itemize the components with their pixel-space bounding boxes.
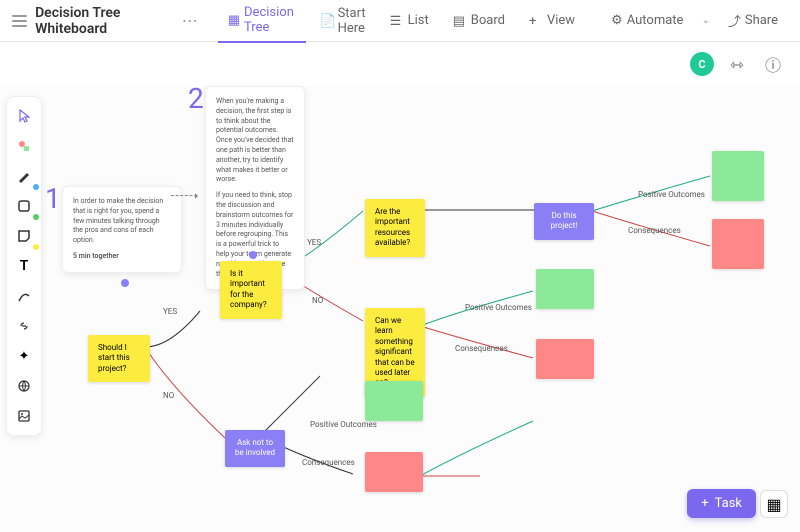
arrow-icon [171,195,197,196]
tab-board[interactable]: ▤Board [443,0,515,43]
edge-label-consequences: Consequences [455,344,508,353]
link-tool[interactable] [11,313,37,339]
ai-tool[interactable]: ✦ [11,343,37,369]
pen-tool[interactable] [11,163,37,189]
note-text: When you're making a decision, the first… [216,97,294,185]
tab-add-view[interactable]: +View [519,0,585,43]
edge-label-no: NO [312,296,323,305]
share-icon: ⤴ [728,11,741,30]
view-tabs: ▦Decision Tree 📄Start Here ☰List ▤Board … [218,0,585,43]
whiteboard-canvas[interactable]: 1 In order to make the decision that is … [0,86,800,532]
node-important[interactable]: Is it important for the company? [220,261,282,319]
more-icon[interactable]: ⋯ [178,11,202,30]
node-blank-red[interactable] [712,219,764,269]
node-ask-not[interactable]: Ask not to be involved [225,430,285,467]
shapes-tool[interactable] [11,133,37,159]
menu-icon[interactable] [12,12,27,30]
edge-label-positive: Positive Outcomes [465,303,532,312]
fit-icon[interactable]: ⇿ [724,51,750,77]
whiteboard-icon: ▦ [228,13,240,27]
text-tool[interactable]: T [11,253,37,279]
edge-label-consequences: Consequences [302,458,355,467]
node-blank-green[interactable] [536,269,594,309]
note-card-2[interactable]: 2 When you're making a decision, the fir… [205,86,305,290]
connector-tool[interactable] [11,283,37,309]
node-blank-red[interactable] [365,452,423,492]
avatar[interactable]: C [690,52,714,76]
node-start[interactable]: Should I start this project? [88,335,150,382]
note-text: In order to make the decision that is ri… [73,197,171,246]
edge-label-yes: YES [307,238,321,247]
tab-start-here[interactable]: 📄Start Here [310,0,376,43]
note-card-1[interactable]: 1 In order to make the decision that is … [62,186,182,273]
note-number: 1 [45,179,61,218]
connector-handle[interactable] [249,251,257,259]
edge-label-positive: Positive Outcomes [310,420,377,429]
tab-list[interactable]: ☰List [380,0,439,43]
grid-button[interactable]: ▦ [760,490,788,518]
node-blank-green[interactable] [712,151,764,201]
node-blank-red[interactable] [536,339,594,379]
image-tool[interactable] [11,403,37,429]
info-icon[interactable]: ⓘ [760,51,786,77]
list-icon: ☰ [390,14,404,28]
task-button[interactable]: +Task [687,489,756,518]
edge-label-positive: Positive Outcomes [638,190,705,199]
node-do-project[interactable]: Do this project! [534,203,594,240]
grid-icon: ▦ [766,495,781,514]
automate-button[interactable]: ⚙Automate [601,8,693,33]
chevron-down-icon[interactable]: ⌄ [701,15,709,26]
page-title: Decision Tree Whiteboard [35,5,170,37]
web-tool[interactable] [11,373,37,399]
edge-label-yes: YES [163,307,177,316]
note-subtext: 5 min together [73,252,171,262]
cursor-tool[interactable] [11,103,37,129]
doc-icon: 📄 [320,14,334,28]
plus-icon: + [529,14,543,28]
board-icon: ▤ [453,14,467,28]
edge-label-consequences: Consequences [628,226,681,235]
node-resources[interactable]: Are the important resources available? [365,199,425,257]
square-tool[interactable] [11,193,37,219]
node-blank-green[interactable] [365,381,423,421]
note-number: 2 [188,79,204,118]
left-toolbar: T ✦ [6,96,42,436]
share-button[interactable]: ⤴Share [718,6,788,35]
sticky-tool[interactable] [11,223,37,249]
edge-label-no: NO [163,391,174,400]
connector-handle[interactable] [121,279,129,287]
tab-decision-tree[interactable]: ▦Decision Tree [218,0,306,43]
automate-icon: ⚙ [611,13,623,28]
plus-icon: + [701,496,708,511]
